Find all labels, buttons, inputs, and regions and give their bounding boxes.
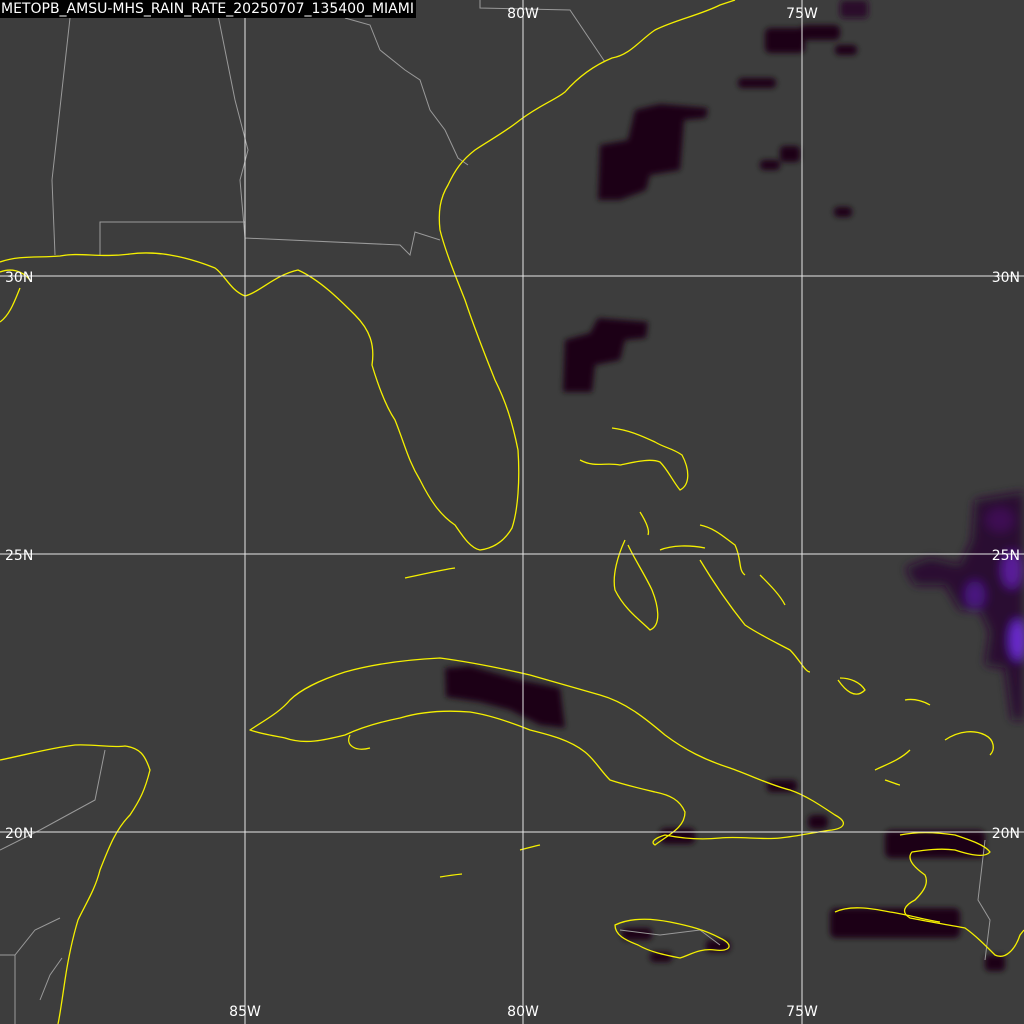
top-lon-label-75w: 75W xyxy=(786,6,818,22)
lon-label-80w: 80W xyxy=(507,1004,539,1020)
lon-label-85w: 85W xyxy=(229,1004,261,1020)
political-borders xyxy=(0,0,991,1024)
lat-label-30n-left: 30N xyxy=(5,270,33,286)
coastlines xyxy=(0,0,1024,1024)
lat-label-30n-right: 30N xyxy=(992,270,1020,286)
rain-rate-layer xyxy=(445,0,1024,971)
lat-lon-grid xyxy=(0,0,1024,1024)
lat-label-25n-left: 25N xyxy=(5,548,33,564)
lat-label-20n-left: 20N xyxy=(5,826,33,842)
top-lon-label-80w: 80W xyxy=(507,6,539,22)
lat-label-25n-right: 25N xyxy=(992,548,1020,564)
lon-label-75w: 75W xyxy=(786,1004,818,1020)
product-title: METOPB_AMSU-MHS_RAIN_RATE_20250707_13540… xyxy=(0,0,416,18)
satellite-map[interactable]: 85W 80W 75W 80W 75W 30N 25N 20N 30N 25N … xyxy=(0,0,1024,1024)
map-canvas: 85W 80W 75W 80W 75W 30N 25N 20N 30N 25N … xyxy=(0,0,1024,1024)
lat-label-20n-right: 20N xyxy=(992,826,1020,842)
grid-labels: 85W 80W 75W 80W 75W 30N 25N 20N 30N 25N … xyxy=(5,6,1020,1020)
